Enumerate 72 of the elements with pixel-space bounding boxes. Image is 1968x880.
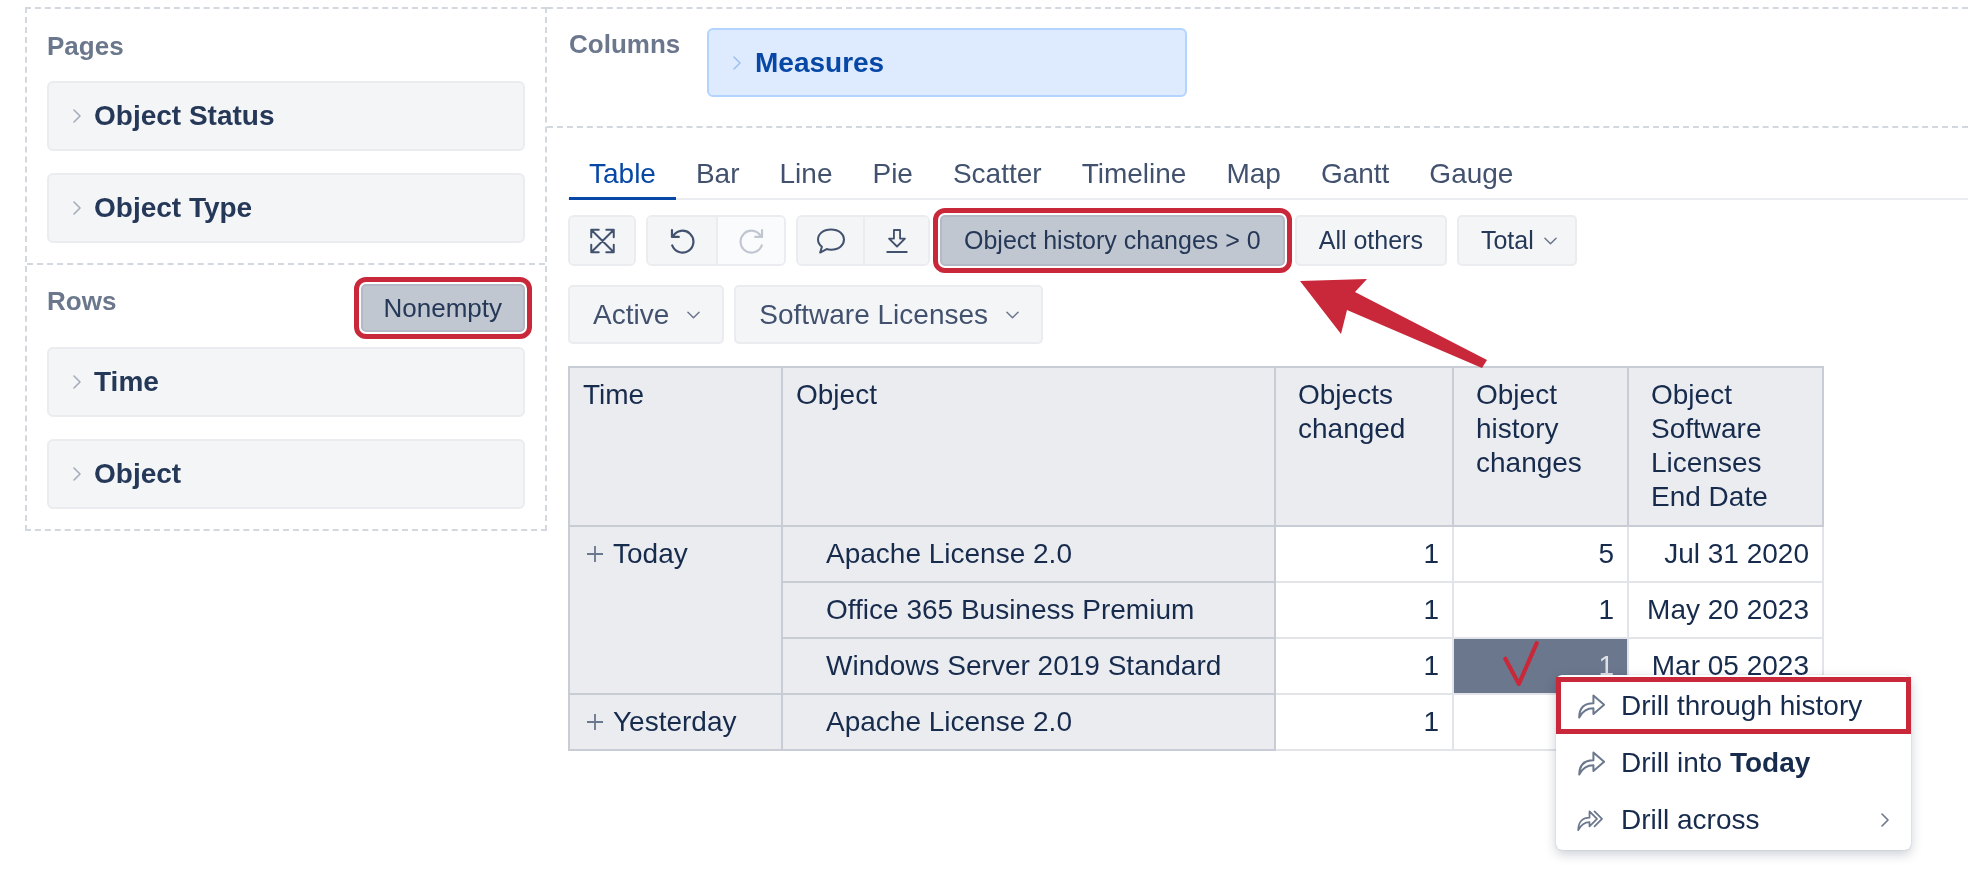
column-header: Object Software Licenses End Date: [1628, 367, 1823, 526]
tick-mark-icon: [1503, 641, 1539, 686]
fullscreen-icon: [589, 227, 615, 254]
dropdown-button[interactable]: Total: [1456, 215, 1577, 266]
column-header: Object: [782, 367, 1275, 526]
table-cell[interactable]: 1: [1275, 582, 1453, 638]
chevron-right-icon: [73, 201, 81, 215]
view-tab[interactable]: Map: [1206, 145, 1301, 200]
view-tab[interactable]: Bar: [675, 145, 760, 200]
measures-label: Measures: [755, 46, 885, 79]
dropdown-button[interactable]: Active: [568, 285, 725, 344]
row-header-cell: Office 365 Business Premium: [782, 582, 1275, 638]
curved-arrow-icon: [1577, 692, 1607, 719]
menu-item-label: Drill into Today: [1621, 746, 1811, 779]
dimension-item[interactable]: Object Status: [47, 81, 525, 151]
menu-item[interactable]: Drill across: [1556, 791, 1911, 848]
speech-bubble-icon: [815, 227, 846, 254]
filter-button[interactable]: All others: [1294, 215, 1447, 266]
toolbar-button[interactable]: [570, 217, 634, 264]
chevron-right-icon: [733, 55, 741, 70]
view-tab[interactable]: Pie: [852, 145, 933, 200]
table-cell[interactable]: May 20 2023: [1628, 582, 1823, 638]
plus-icon[interactable]: [587, 714, 603, 730]
toolbar-button[interactable]: [798, 217, 863, 264]
chevron-down-icon: [1006, 310, 1020, 319]
table-cell[interactable]: 5: [1453, 526, 1628, 582]
row-header-label: Today: [613, 537, 688, 571]
measures-item[interactable]: Measures: [707, 28, 1187, 97]
column-header: Time: [569, 367, 782, 526]
row-header-cell: Apache License 2.0: [782, 694, 1275, 750]
dimension-item[interactable]: Time: [47, 347, 525, 417]
table-cell[interactable]: Jul 31 2020: [1628, 526, 1823, 582]
row-header-cell: Windows Server 2019 Standard: [782, 638, 1275, 694]
view-tab[interactable]: Gantt: [1300, 145, 1410, 200]
section-title: Pages: [47, 30, 125, 63]
chevron-right-icon: [1881, 812, 1889, 827]
row-header-label: Yesterday: [613, 705, 737, 739]
dimension-label: Object Status: [94, 100, 275, 132]
dimension-label: Object: [94, 458, 182, 490]
chevron-right-icon: [73, 109, 81, 123]
dimension-item[interactable]: Object: [47, 439, 525, 509]
chevron-right-icon: [73, 375, 81, 389]
view-tab[interactable]: Table: [569, 145, 676, 200]
view-tab[interactable]: Gauge: [1409, 145, 1534, 200]
section-title: Columns: [569, 28, 682, 61]
view-tab[interactable]: Scatter: [932, 145, 1062, 200]
view-tab[interactable]: Timeline: [1061, 145, 1207, 200]
chevron-down-icon: [687, 310, 701, 319]
table-cell[interactable]: 1: [1275, 526, 1453, 582]
chevron-down-icon: [1543, 236, 1557, 245]
table-cell[interactable]: 1: [1275, 694, 1453, 750]
toolbar-button[interactable]: [863, 217, 928, 264]
menu-item-label: Drill across: [1621, 803, 1760, 836]
redo-icon: [738, 227, 764, 254]
section-title: Rows: [47, 285, 117, 318]
plus-icon[interactable]: [587, 546, 603, 562]
row-header-cell: Apache License 2.0: [782, 526, 1275, 582]
download-icon: [885, 227, 908, 254]
dimension-item[interactable]: Object Type: [47, 173, 525, 243]
dropdown-button[interactable]: Software Licenses: [734, 285, 1044, 344]
menu-item[interactable]: Drill into Today: [1556, 734, 1911, 791]
column-header: Object history changes: [1453, 367, 1628, 526]
view-tab[interactable]: Line: [759, 145, 853, 200]
table-cell[interactable]: 1: [1453, 582, 1628, 638]
dimension-label: Time: [94, 366, 159, 398]
dimension-label: Object Type: [94, 192, 253, 224]
curved-arrow-icon: [1577, 749, 1607, 776]
table-cell[interactable]: 1: [1275, 638, 1453, 694]
undo-icon: [669, 227, 695, 254]
chevron-right-icon: [73, 467, 81, 481]
toolbar-button[interactable]: [648, 217, 716, 264]
column-header: Objects changed: [1275, 367, 1453, 526]
